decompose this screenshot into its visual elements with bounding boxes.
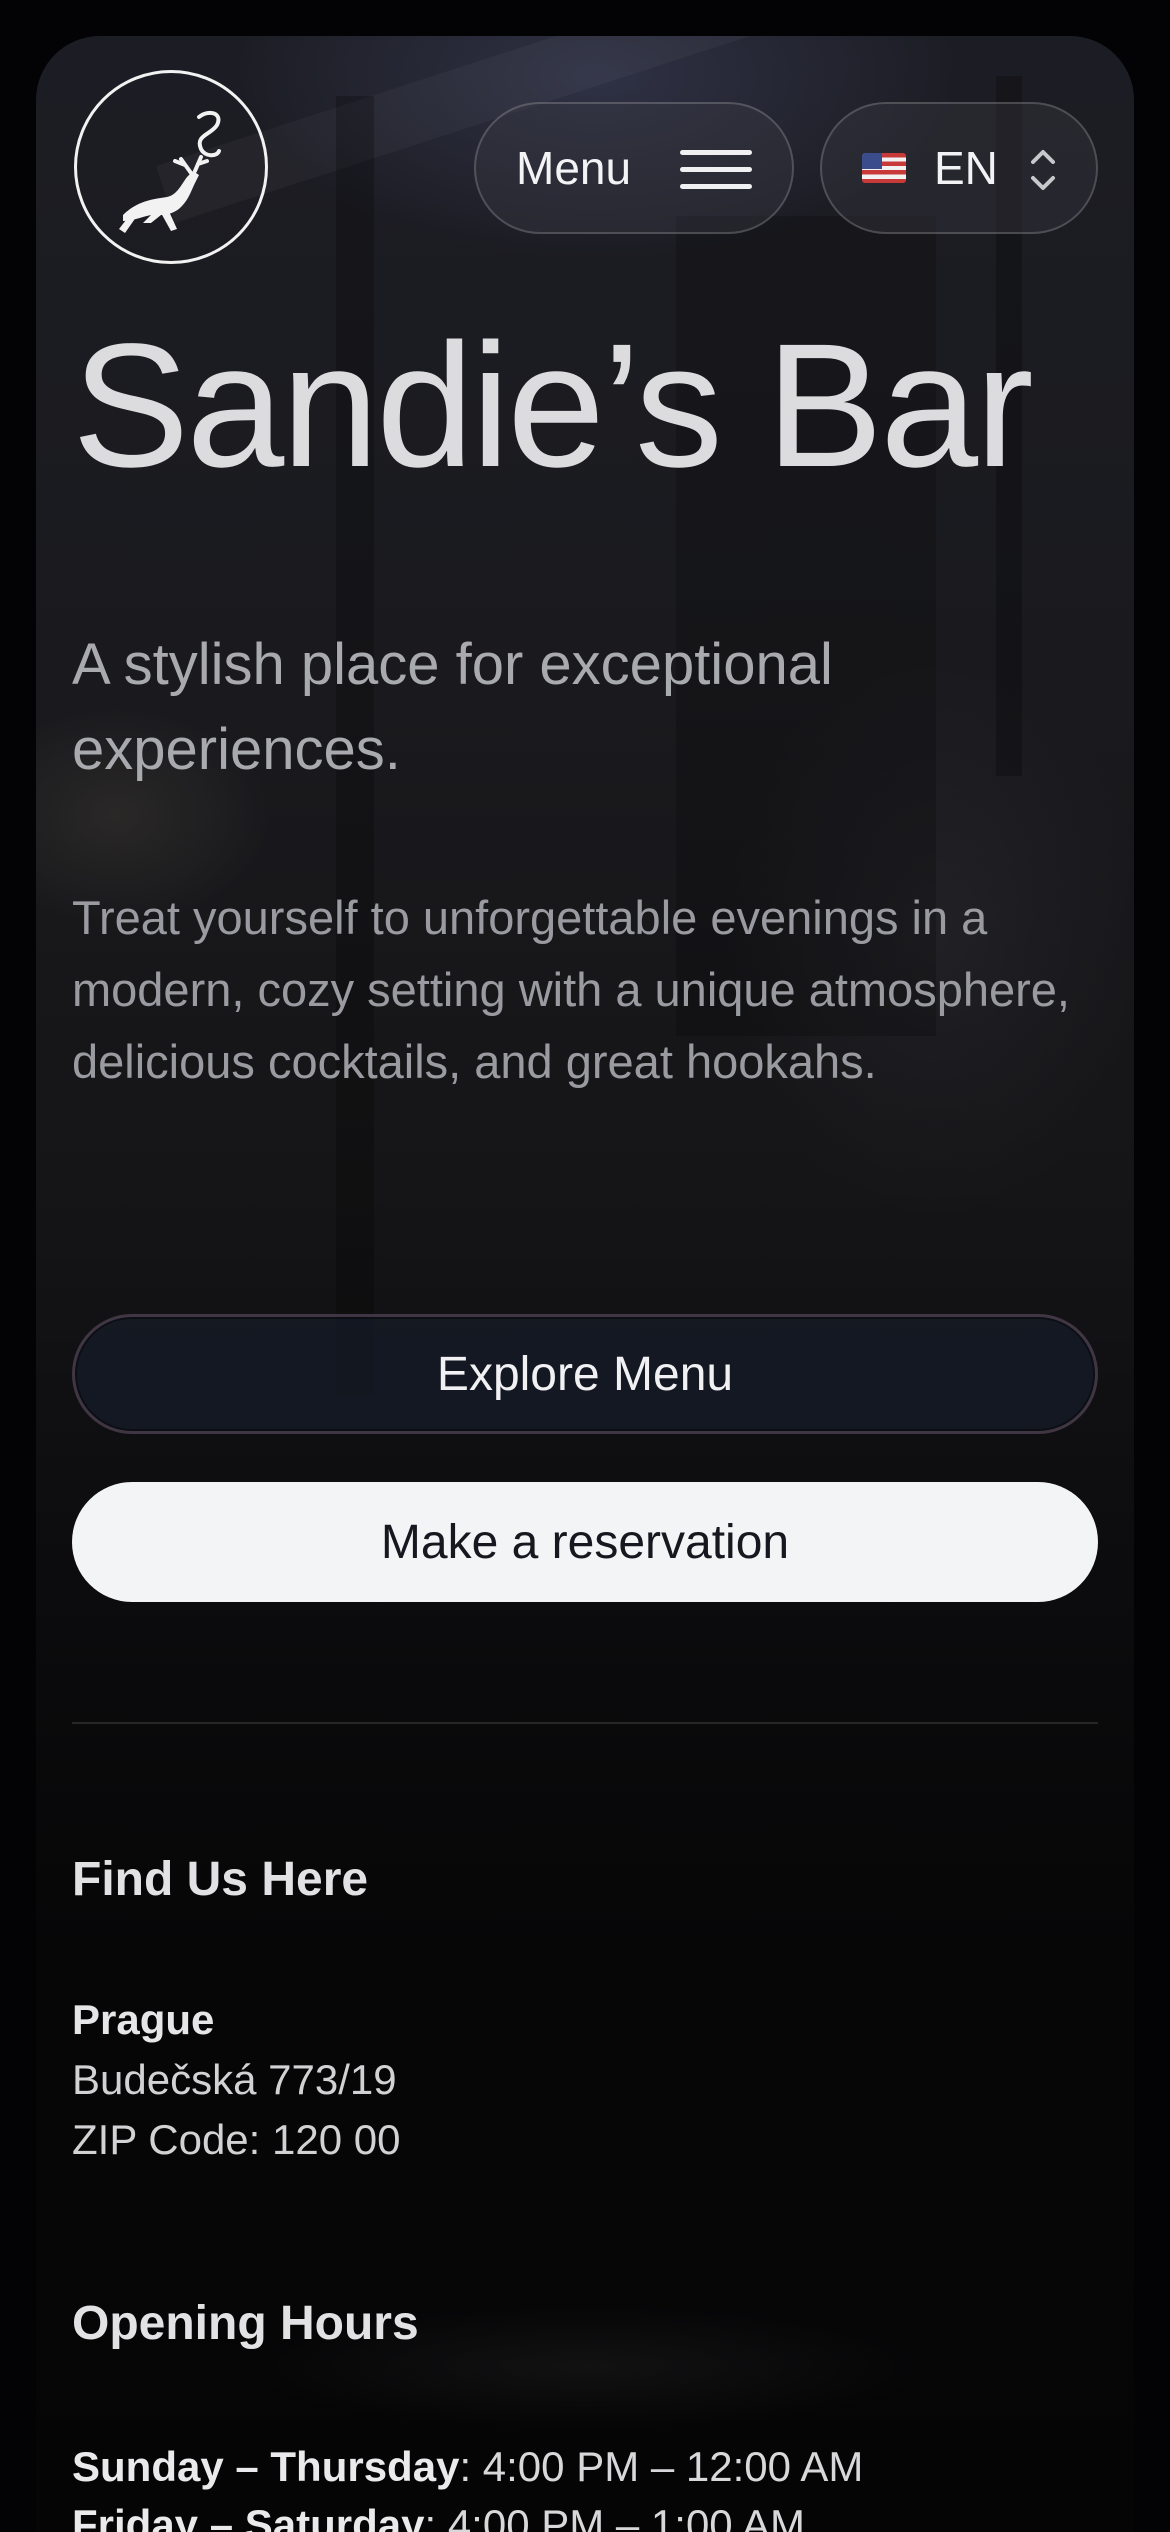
hours-row: Sunday – Thursday: 4:00 PM – 12:00 AM (72, 2443, 864, 2490)
explore-menu-button[interactable]: Explore Menu (72, 1314, 1098, 1434)
address-city: Prague (72, 1996, 215, 2043)
hours-time: 4:00 PM – 1:00 AM (447, 2501, 806, 2532)
make-reservation-button[interactable]: Make a reservation (72, 1482, 1098, 1602)
address-street: Budečská 773/19 (72, 2056, 397, 2103)
address-zip: ZIP Code: 120 00 (72, 2116, 401, 2163)
us-flag-icon (862, 153, 906, 183)
address-block: Prague Budečská 773/19 ZIP Code: 120 00 (72, 1990, 400, 2170)
hours-days: Friday – Saturday (72, 2501, 425, 2532)
hours-days: Sunday – Thursday (72, 2443, 460, 2490)
menu-button-label: Menu (516, 142, 632, 194)
menu-button[interactable]: Menu (474, 102, 794, 234)
hamburger-icon (680, 150, 752, 190)
language-selector[interactable]: EN (820, 102, 1098, 234)
deer-icon (119, 110, 221, 233)
hours-row: Friday – Saturday: 4:00 PM – 1:00 AM (72, 2496, 863, 2532)
section-divider (72, 1722, 1098, 1724)
chevron-up-down-icon (1031, 150, 1055, 190)
page: Menu EN Sandie’s Bar A stylish place for… (0, 0, 1170, 2532)
opening-hours-heading: Opening Hours (72, 2297, 419, 2350)
language-code: EN (934, 142, 998, 194)
deer-logo[interactable] (74, 70, 268, 264)
hours-time: 4:00 PM – 12:00 AM (482, 2443, 864, 2490)
hero-description: Treat yourself to unforgettable evenings… (72, 891, 1070, 1088)
hero-subtitle: A stylish place for exceptional experien… (72, 632, 833, 782)
opening-hours-list: Sunday – Thursday: 4:00 PM – 12:00 AM Fr… (72, 2438, 863, 2532)
page-title: Sandie’s Bar (72, 308, 1034, 504)
find-us-heading: Find Us Here (72, 1853, 369, 1906)
